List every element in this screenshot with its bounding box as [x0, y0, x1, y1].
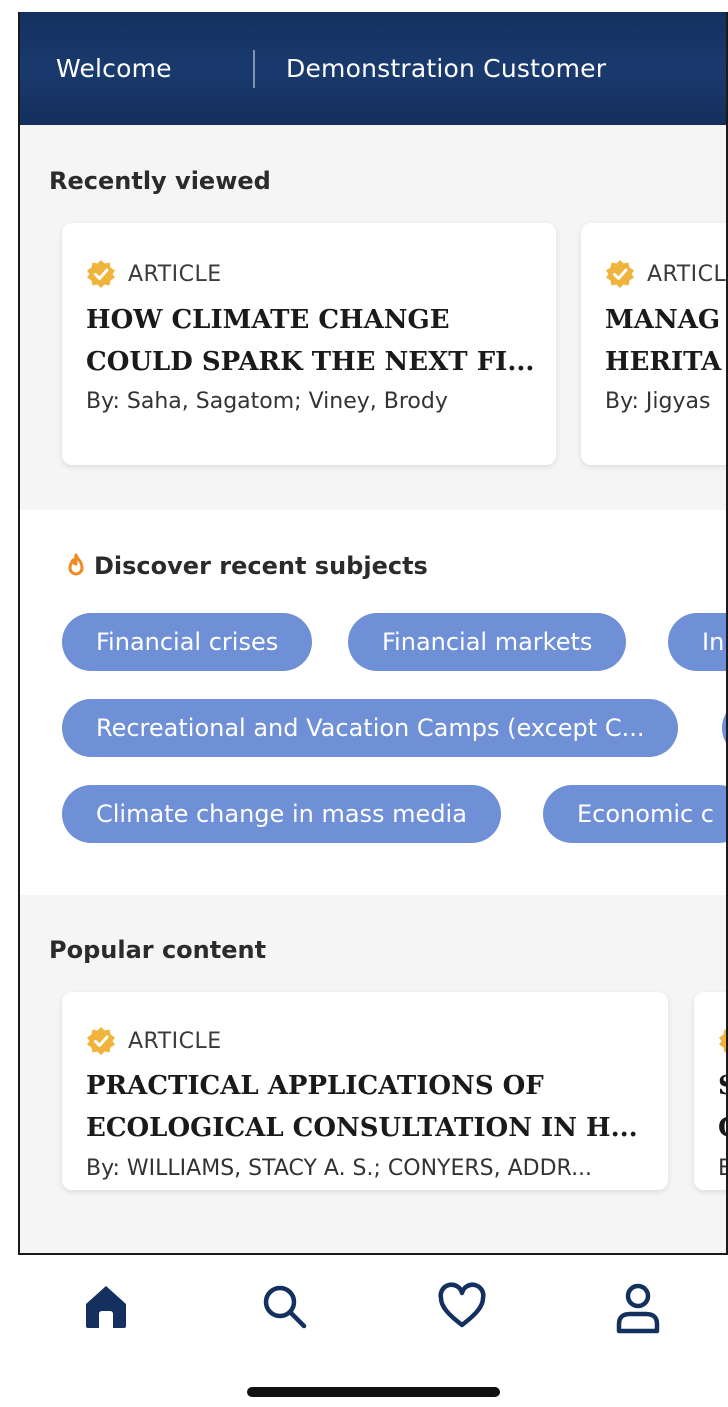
popular-content-title: Popular content	[49, 936, 267, 964]
subject-chip[interactable]: Financial crises	[62, 613, 313, 671]
home-indicator[interactable]	[247, 1387, 500, 1397]
recent-card-1[interactable]: ARTICLE HOW CLIMATE CHANGE COULD SPARK T…	[62, 223, 556, 465]
verified-badge-icon	[87, 1027, 115, 1055]
recent-card-2[interactable]: ARTICL MANAG HERITA By: Jigyas	[581, 223, 726, 465]
article-title-line-2: COULD SPARK THE NEXT FI...	[86, 347, 535, 377]
content-type-tag: ARTICLE	[86, 1026, 222, 1056]
subject-chip[interactable]: Climate change in mass media	[62, 785, 501, 843]
discover-heading: Discover recent subjects	[64, 552, 428, 580]
verified-badge-icon	[719, 1029, 726, 1053]
content-type-tag	[718, 1026, 726, 1056]
content-type-label: ARTICLE	[128, 261, 222, 287]
flame-icon	[68, 553, 84, 576]
article-title-line-2: HERITA	[605, 347, 722, 377]
discover-section: Discover recent subjects Financial crise…	[20, 510, 726, 895]
article-title-line-2: ECOLOGICAL CONSULTATION IN H...	[86, 1113, 638, 1143]
header-bar: Welcome Demonstration Customer	[20, 12, 726, 125]
content-type-label: ARTICLE	[128, 1028, 222, 1054]
heart-icon[interactable]	[437, 1282, 487, 1330]
profile-icon[interactable]	[614, 1282, 662, 1334]
search-icon[interactable]	[260, 1282, 308, 1330]
article-authors: E	[718, 1156, 726, 1181]
subject-chip[interactable]: Recreational and Vacation Camps (except …	[62, 699, 679, 757]
article-title: S C	[718, 1065, 726, 1149]
subject-chip[interactable]: Economic c	[543, 785, 726, 843]
article-authors: By: Saha, Sagatom; Viney, Brody	[86, 389, 448, 414]
welcome-label: Welcome	[56, 54, 172, 83]
subject-chip[interactable]: Financial markets	[348, 613, 627, 671]
customer-name[interactable]: Demonstration Customer	[286, 54, 606, 83]
app-screen: Welcome Demonstration Customer Recently …	[18, 12, 728, 1255]
content-type-label: ARTICL	[647, 261, 727, 287]
article-title-line-1: PRACTICAL APPLICATIONS OF	[86, 1071, 544, 1101]
article-title: HOW CLIMATE CHANGE COULD SPARK THE NEXT …	[86, 299, 534, 383]
article-title-line-1: MANAG	[605, 305, 721, 335]
verified-badge-icon	[87, 260, 115, 288]
bottom-nav	[0, 1262, 728, 1407]
header-divider	[253, 50, 255, 88]
article-authors: By: WILLIAMS, STACY A. S.; CONYERS, ADDR…	[86, 1156, 593, 1181]
article-title-line-2: C	[718, 1107, 726, 1149]
verified-badge-icon	[606, 260, 634, 288]
subject-chip[interactable]	[722, 699, 726, 757]
article-title-line-1: S	[718, 1065, 726, 1107]
subject-chip[interactable]: In	[668, 613, 726, 671]
home-icon[interactable]	[82, 1282, 130, 1330]
popular-card-1[interactable]: ARTICLE PRACTICAL APPLICATIONS OF ECOLOG…	[62, 992, 668, 1190]
article-title-line-1: HOW CLIMATE CHANGE	[86, 305, 450, 335]
article-title: PRACTICAL APPLICATIONS OF ECOLOGICAL CON…	[86, 1065, 638, 1149]
content-type-tag: ARTICLE	[86, 259, 222, 289]
recently-viewed-title: Recently viewed	[49, 167, 271, 195]
discover-title: Discover recent subjects	[94, 552, 428, 580]
article-title: MANAG HERITA	[605, 299, 721, 383]
popular-card-2[interactable]: S C E	[694, 992, 726, 1190]
content-type-tag: ARTICL	[605, 259, 726, 289]
article-authors: By: Jigyas	[605, 389, 711, 414]
